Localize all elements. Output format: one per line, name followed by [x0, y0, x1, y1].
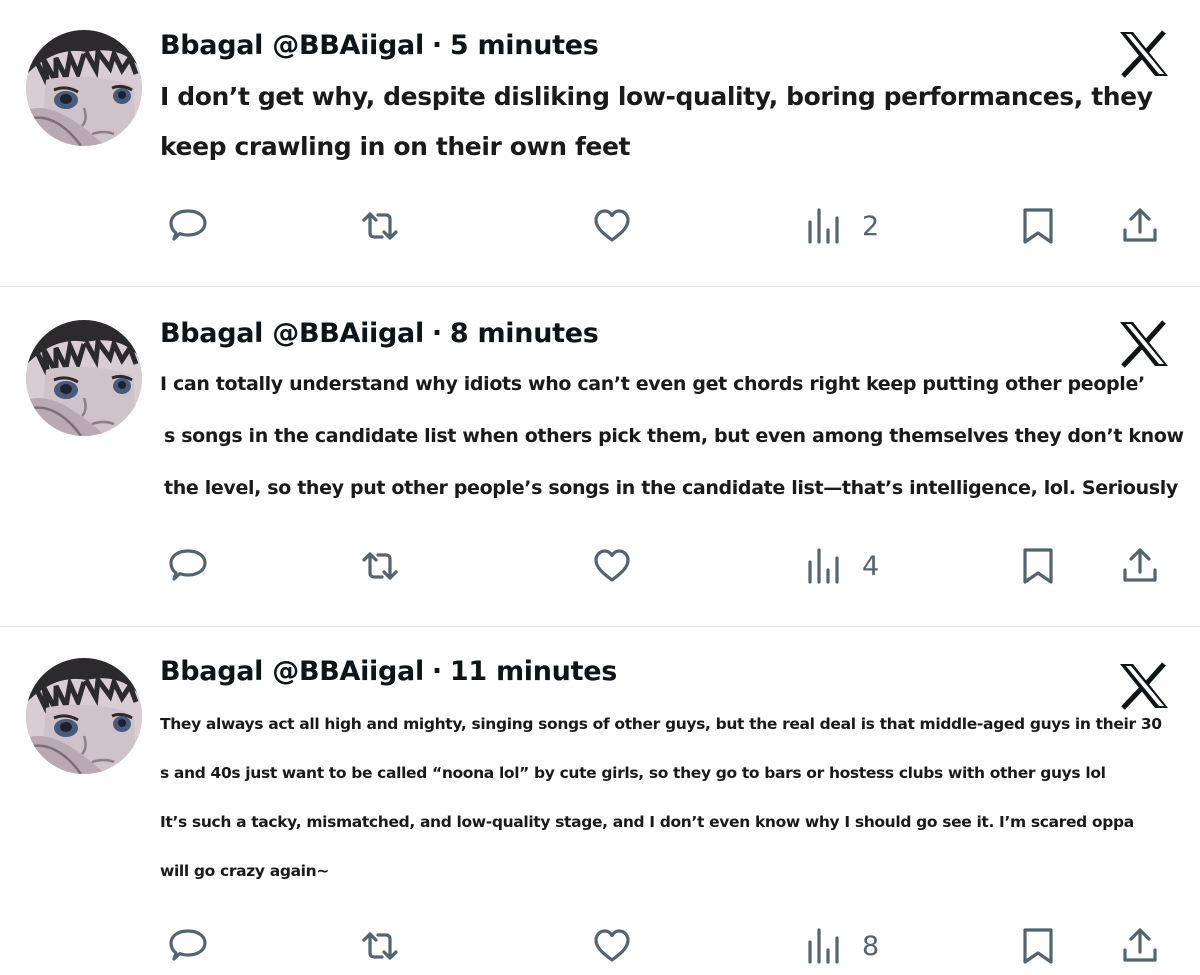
retweet-button[interactable] — [360, 198, 400, 254]
retweet-icon — [360, 546, 400, 586]
action-bar: 8 — [0, 918, 1200, 974]
tweet-text-line: They always act all high and mighty, sin… — [160, 715, 1162, 733]
avatar[interactable] — [26, 30, 142, 146]
tweet-text: I can totally understand why idiots who … — [160, 358, 1190, 514]
retweet-icon — [360, 206, 400, 246]
avatar[interactable] — [26, 658, 142, 774]
tweet-text-line: I can totally understand why idiots who … — [160, 373, 1145, 395]
bookmark-button[interactable] — [1018, 538, 1058, 594]
bookmark-icon — [1018, 546, 1058, 586]
tweet-card[interactable]: Bbagal @BBAiigal · 11 minutes They always … — [0, 628, 1200, 975]
share-button[interactable] — [1120, 918, 1160, 974]
tweet-card[interactable]: Bbagal @BBAiigal · 8 minutes I can totally… — [0, 288, 1200, 627]
handle[interactable]: @BBAiigal — [272, 30, 424, 61]
display-name[interactable]: Bbagal — [160, 30, 263, 61]
tweet-text-line: the level, so they put other people’s so… — [164, 477, 1178, 499]
tweet-header: Bbagal @BBAiigal · 8 minutes — [160, 318, 599, 349]
like-button[interactable] — [592, 918, 632, 974]
tweet-text-line: It’s such a tacky, mismatched, and low-q… — [160, 813, 1134, 831]
handle[interactable]: @BBAiigal — [272, 318, 424, 349]
reply-button[interactable] — [168, 198, 208, 254]
tweet-header: Bbagal @BBAiigal · 5 minutes — [160, 30, 599, 61]
share-icon — [1120, 206, 1160, 246]
bookmark-button[interactable] — [1018, 198, 1058, 254]
bookmark-button[interactable] — [1018, 918, 1058, 974]
views-count: 2 — [862, 210, 880, 242]
tweet-text-line: I don’t get why, despite disliking low-q… — [160, 82, 1153, 111]
bookmark-icon — [1018, 206, 1058, 246]
timestamp[interactable]: 11 minutes — [450, 656, 617, 687]
reply-button[interactable] — [168, 538, 208, 594]
views-chart-icon — [804, 206, 844, 246]
heart-icon — [592, 546, 632, 586]
tweet-header: Bbagal @BBAiigal · 11 minutes — [160, 656, 617, 687]
views-chart-icon — [804, 926, 844, 966]
avatar[interactable] — [26, 320, 142, 436]
share-button[interactable] — [1120, 198, 1160, 254]
separator: · — [431, 656, 442, 687]
retweet-icon — [360, 926, 400, 966]
tweet-text-line: s songs in the candidate list when other… — [164, 425, 1184, 447]
display-name[interactable]: Bbagal — [160, 318, 263, 349]
views-button[interactable]: 8 — [804, 918, 879, 974]
separator: · — [431, 30, 442, 61]
tweet-text-line: will go crazy again~ — [160, 862, 329, 880]
views-chart-icon — [804, 546, 844, 586]
share-button[interactable] — [1120, 538, 1160, 594]
retweet-button[interactable] — [360, 918, 400, 974]
tweet-text-line: keep crawling in on their own feet — [160, 132, 631, 161]
avatar-image — [26, 320, 142, 436]
share-icon — [1120, 546, 1160, 586]
like-button[interactable] — [592, 538, 632, 594]
heart-icon — [592, 206, 632, 246]
timestamp[interactable]: 8 minutes — [450, 318, 599, 349]
reply-icon — [168, 926, 208, 966]
tweet-card[interactable]: Bbagal @BBAiigal · 5 minutes I don’t get w… — [0, 0, 1200, 287]
views-count: 8 — [862, 930, 880, 962]
share-icon — [1120, 926, 1160, 966]
bookmark-icon — [1018, 926, 1058, 966]
tweet-text: I don’t get why, despite disliking low-q… — [160, 72, 1190, 172]
x-logo-icon — [1118, 30, 1170, 78]
views-button[interactable]: 4 — [804, 538, 879, 594]
tweet-text: They always act all high and mighty, sin… — [160, 700, 1190, 896]
action-bar: 2 — [0, 198, 1200, 254]
heart-icon — [592, 926, 632, 966]
handle[interactable]: @BBAiigal — [272, 656, 424, 687]
views-button[interactable]: 2 — [804, 198, 879, 254]
tweet-text-line: s and 40s just want to be called “noona … — [160, 764, 1106, 782]
separator: · — [431, 318, 442, 349]
action-bar: 4 — [0, 538, 1200, 594]
reply-button[interactable] — [168, 918, 208, 974]
timestamp[interactable]: 5 minutes — [450, 30, 599, 61]
avatar-image — [26, 30, 142, 146]
avatar-image — [26, 658, 142, 774]
retweet-button[interactable] — [360, 538, 400, 594]
display-name[interactable]: Bbagal — [160, 656, 263, 687]
reply-icon — [168, 206, 208, 246]
views-count: 4 — [862, 550, 880, 582]
reply-icon — [168, 546, 208, 586]
like-button[interactable] — [592, 198, 632, 254]
